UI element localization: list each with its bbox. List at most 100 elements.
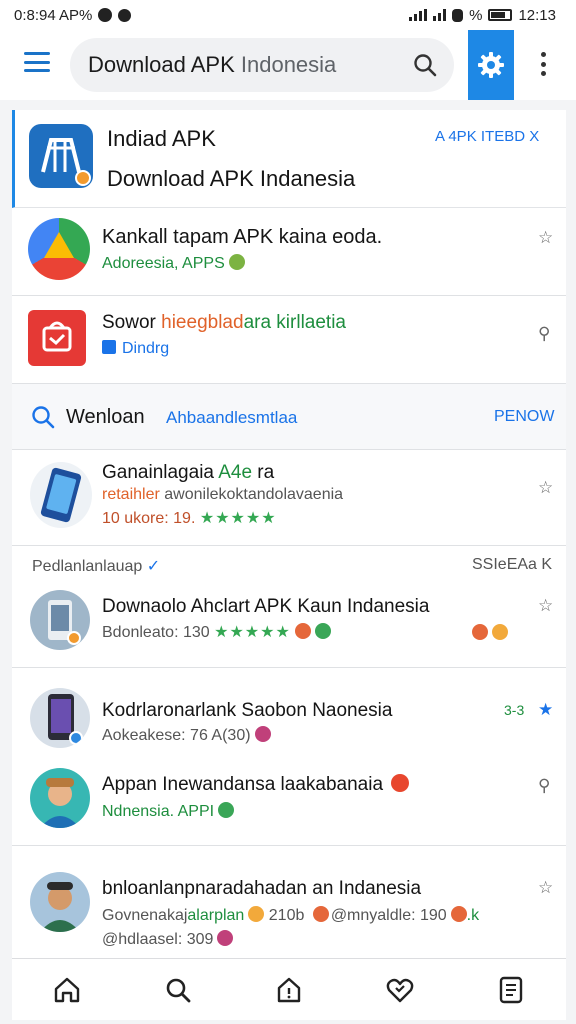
home-icon xyxy=(55,977,80,1002)
app-title: Downaolo Ahclart APK Kaun Indanesia xyxy=(102,596,430,617)
app-logo xyxy=(29,124,93,188)
user-avatar xyxy=(30,768,90,828)
featured-app-action[interactable]: A 4PK ITEBD X xyxy=(435,128,539,145)
bottom-navigation xyxy=(12,958,566,1020)
phone-icon xyxy=(40,467,82,523)
search-icon[interactable] xyxy=(412,52,438,78)
gear-icon xyxy=(478,52,504,78)
emoji-icon xyxy=(218,802,235,818)
app-title-text: Appan Inewandansa laakabanaia xyxy=(102,774,384,795)
person-avatar-icon xyxy=(40,882,80,932)
search-icon xyxy=(166,978,191,1002)
nav-updates[interactable] xyxy=(269,970,309,1010)
shopping-bag-icon xyxy=(42,321,72,352)
app-meta-text: Aokeakese: 76 A(30) xyxy=(102,727,251,744)
status-time-right: 12:13 xyxy=(518,6,556,24)
app-meta-text: Bdonleato: 130 xyxy=(102,624,215,641)
emoji-icon xyxy=(312,906,329,922)
app-title-part: ra xyxy=(252,462,275,483)
nav-home[interactable] xyxy=(47,970,87,1010)
app-title: Sowor hieegbladara kirllaetia xyxy=(102,312,346,334)
emoji-icon xyxy=(492,624,508,640)
alarm-icon xyxy=(452,8,464,22)
app-icon xyxy=(28,218,90,280)
item-badge: 3-3 xyxy=(504,702,525,718)
app-title-part: hieegblad xyxy=(161,312,244,333)
status-right: % 12:13 xyxy=(409,7,556,24)
status-time: 0:8:94 AP% xyxy=(14,6,93,24)
verified-icon: ✓ xyxy=(146,558,161,575)
app-title: Kankall tapam APK kaina eoda. xyxy=(102,226,383,248)
star-outline-icon[interactable]: ☆ xyxy=(538,478,553,498)
category-icon xyxy=(102,340,116,354)
filter-query: Ahbaandlesmtlaa xyxy=(166,408,298,427)
app-meta-part: 210b xyxy=(264,907,309,924)
star-icon[interactable]: ★ xyxy=(538,700,553,720)
phone-screen-icon xyxy=(48,600,81,645)
pin-icon[interactable]: ⚲ xyxy=(538,776,550,796)
more-options-icon[interactable] xyxy=(538,52,548,76)
emoji-icon xyxy=(472,624,488,640)
emoji-icon xyxy=(314,623,331,639)
nav-library[interactable] xyxy=(491,970,531,1010)
app-title: bnloanlanpnaradahadan an Indanesia xyxy=(102,878,422,899)
section-action[interactable]: SSIeEAa K xyxy=(472,556,552,574)
star-outline-icon[interactable]: ☆ xyxy=(538,878,553,898)
app-meta: Adoreesia, APPS xyxy=(102,254,245,273)
app-title-part: ara kirllaetia xyxy=(243,312,346,333)
emoji-icon xyxy=(248,906,265,922)
featured-app-subtitle: Download APK Indanesia xyxy=(107,166,356,191)
app-meta-part: Govnenakaj xyxy=(102,907,188,924)
app-description-part: retaihler xyxy=(102,486,160,503)
app-meta-part: @mnyaldle: 190 xyxy=(330,907,447,924)
app-meta-part: alarplan xyxy=(187,907,245,924)
app-title: Ganainlagaia A4e ra xyxy=(102,462,274,484)
app-title-part: Sowor xyxy=(102,312,162,333)
emoji-pair xyxy=(468,624,508,643)
app-meta: Aokeakese: 76 A(30) xyxy=(102,726,271,745)
filter-label: Wenloan xyxy=(66,406,145,428)
app-meta-text: @hdlaasel: 309 xyxy=(102,931,214,948)
list-item[interactable]: Ganainlagaia A4e ra retaihler awonilekok… xyxy=(12,450,566,546)
hamburger-menu-icon[interactable] xyxy=(24,52,50,72)
person-avatar-icon xyxy=(40,778,80,828)
nav-favorites[interactable] xyxy=(380,970,420,1010)
app-meta-text: Adoreesia, APPS xyxy=(102,255,225,272)
app-description-part: awonilekoktandolavaenia xyxy=(159,486,344,503)
list-item[interactable]: Sowor hieegbladara kirllaetia Dindrg ⚲ xyxy=(12,296,566,384)
app-title-part: A4e xyxy=(218,462,253,483)
search-icon[interactable] xyxy=(30,404,56,430)
section-title: Pedlanlanlauap ✓ xyxy=(32,556,160,576)
settings-button[interactable] xyxy=(468,30,514,100)
status-left: 0:8:94 AP% xyxy=(14,6,132,24)
list-item[interactable]: bnloanlanpnaradahadan an Indanesia Govne… xyxy=(12,846,566,958)
app-description: retaihler awonilekoktandolavaenia xyxy=(102,486,343,504)
search-query-hint: Indonesia xyxy=(234,52,337,77)
app-meta: Dindrg xyxy=(102,340,169,358)
search-input[interactable]: Download APK Indonesia xyxy=(70,38,454,92)
list-item[interactable]: Downaolo Ahclart APK Kaun Indanesia Bdon… xyxy=(12,586,566,668)
app-meta-text: Dindrg xyxy=(122,340,170,357)
emoji-icon xyxy=(217,930,234,946)
filter-action[interactable]: PENOW xyxy=(494,408,554,426)
app-thumbnail xyxy=(30,462,92,528)
app-meta: Bdonleato: 130 ★★★★★ xyxy=(102,622,331,642)
app-icon xyxy=(28,310,86,366)
wifi-signal-icon xyxy=(433,9,447,21)
section-title-text: Pedlanlanlauap xyxy=(32,558,143,575)
app-thumbnail xyxy=(30,688,90,748)
emoji-icon xyxy=(228,254,245,270)
search-query: Download APK Indonesia xyxy=(88,52,412,78)
list-item[interactable]: Kankall tapam APK kaina eoda. Adoreesia,… xyxy=(12,208,566,296)
star-outline-icon[interactable]: ☆ xyxy=(538,596,553,616)
rating-stars: ★★★★★ xyxy=(214,624,291,641)
nav-search[interactable] xyxy=(158,970,198,1010)
filter-bar: Wenloan Ahbaandlesmtlaa PENOW xyxy=(12,384,566,450)
featured-app-card[interactable]: Indiad APK Download APK Indanesia A 4PK … xyxy=(12,110,566,208)
app-meta: Govnenakajalarplan 210b @mnyaldle: 190 .k xyxy=(102,906,479,925)
app-rating: 10 ukore: 19. ★★★★★ xyxy=(102,508,277,528)
heart-shield-icon xyxy=(386,978,414,1002)
pin-icon[interactable]: ⚲ xyxy=(538,324,550,344)
star-outline-icon[interactable]: ☆ xyxy=(538,228,553,248)
app-thumbnail xyxy=(30,590,90,650)
